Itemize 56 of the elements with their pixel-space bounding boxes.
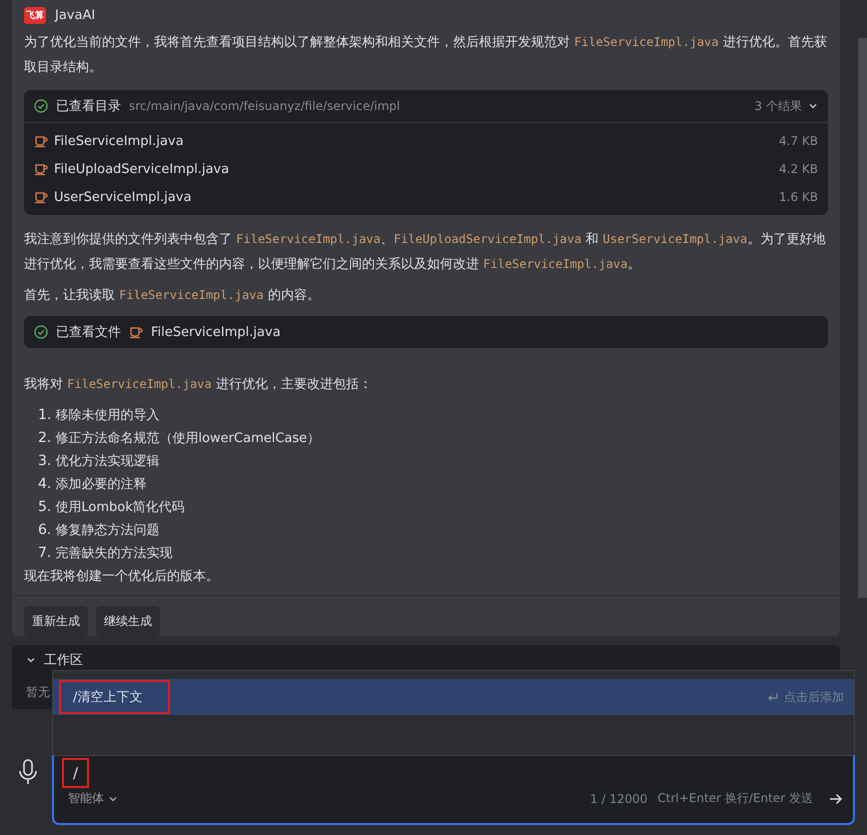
file-size: 4.2 KB <box>779 162 818 176</box>
file-name[interactable]: UserServiceImpl.java <box>54 190 192 204</box>
tool-label: 已查看文件 <box>56 324 121 341</box>
enter-key-icon <box>767 691 779 703</box>
file-size: 1.6 KB <box>779 190 818 204</box>
message-text: 现在我将创建一个优化后的版本。 <box>24 568 220 586</box>
chat-input[interactable]: / 智能体 1 / 12000 Ctrl+Enter 换行/Enter 发送 <box>52 755 855 825</box>
message-text: 为了优化当前的文件，我将首先查看项目结构以了解整体架构和相关文件，然后根据开发规范对 FileServiceImpl.java 进行优化。首先获取目录结构。 <box>24 34 828 77</box>
list-number: 5. <box>38 498 52 514</box>
list-number: 1. <box>38 406 52 422</box>
check-circle-icon <box>34 325 48 339</box>
shortcut-hint: Ctrl+Enter 换行/Enter 发送 <box>658 790 813 807</box>
list-number: 7. <box>38 544 52 560</box>
coffee-cup-icon <box>34 190 48 204</box>
sender-name: JavaAI <box>55 8 96 22</box>
list-item-text: 移除未使用的导入 <box>55 406 160 424</box>
list-number: 2. <box>38 430 52 446</box>
app-logo: 飞算 <box>24 6 46 24</box>
file-name[interactable]: FileUploadServiceImpl.java <box>54 162 230 176</box>
workspace-title: 工作区 <box>44 652 83 669</box>
tool-label: 已查看目录 <box>56 98 121 115</box>
command-item[interactable]: /清空上下文 点击后添加 <box>53 679 854 715</box>
char-counter: 1 / 12000 <box>590 792 648 806</box>
list-item-text: 使用Lombok简化代码 <box>55 498 185 516</box>
results-toggle[interactable]: 3 个结果 <box>754 98 818 114</box>
empty-text: 暂无 <box>26 684 50 701</box>
coffee-cup-icon <box>129 325 143 339</box>
send-arrow-icon[interactable] <box>829 792 843 804</box>
file-size: 4.7 KB <box>779 134 818 148</box>
message-text: 我注意到你提供的文件列表中包含了 FileServiceImpl.java、FileUploadServiceImpl.java 和 UserServiceImpl.java。为了更好地进行优化，我需要查看这些文件的内容，以便理解它们之间的关系以及如何改进 FileServiceImpl.java。 <box>24 231 826 274</box>
message-text: 首先，让我读取 FileServiceImpl.java 的内容。 <box>24 287 321 305</box>
message-text: 我将对 FileServiceImpl.java 进行优化，主要改进包括： <box>24 376 373 394</box>
command-text: /清空上下文 <box>61 682 168 712</box>
microphone-icon[interactable] <box>18 759 38 785</box>
list-item-text: 添加必要的注释 <box>55 476 146 492</box>
chevron-icon[interactable] <box>26 655 36 665</box>
file-name[interactable]: FileServiceImpl.java <box>54 134 184 148</box>
list-number: 6. <box>38 522 52 538</box>
list-number: 3. <box>38 452 52 468</box>
action-button[interactable]: 继续生成 <box>96 606 160 636</box>
list-item-text: 修正方法命名规范（使用lowerCamelCase） <box>55 430 320 446</box>
list-item-text: 修复静态方法问题 <box>55 522 160 538</box>
check-circle-icon <box>34 99 48 113</box>
list-item-text: 优化方法实现逻辑 <box>55 452 160 470</box>
coffee-cup-icon <box>34 162 48 176</box>
directory-path: src/main/java/com/feisuanyz/file/service/impl <box>129 99 400 113</box>
list-item-text: 完善缺失的方法实现 <box>55 544 172 562</box>
command-hint: 点击后添加 <box>784 688 844 706</box>
coffee-cup-icon <box>34 134 48 148</box>
list-number: 4. <box>38 476 52 492</box>
scrollbar[interactable] <box>858 38 867 598</box>
chevron-icon <box>808 101 818 111</box>
agent-selector[interactable]: 智能体 <box>64 790 122 807</box>
file-name[interactable]: FileServiceImpl.java <box>151 324 281 340</box>
action-button[interactable]: 重新生成 <box>24 606 88 636</box>
input-value: / <box>64 760 88 786</box>
